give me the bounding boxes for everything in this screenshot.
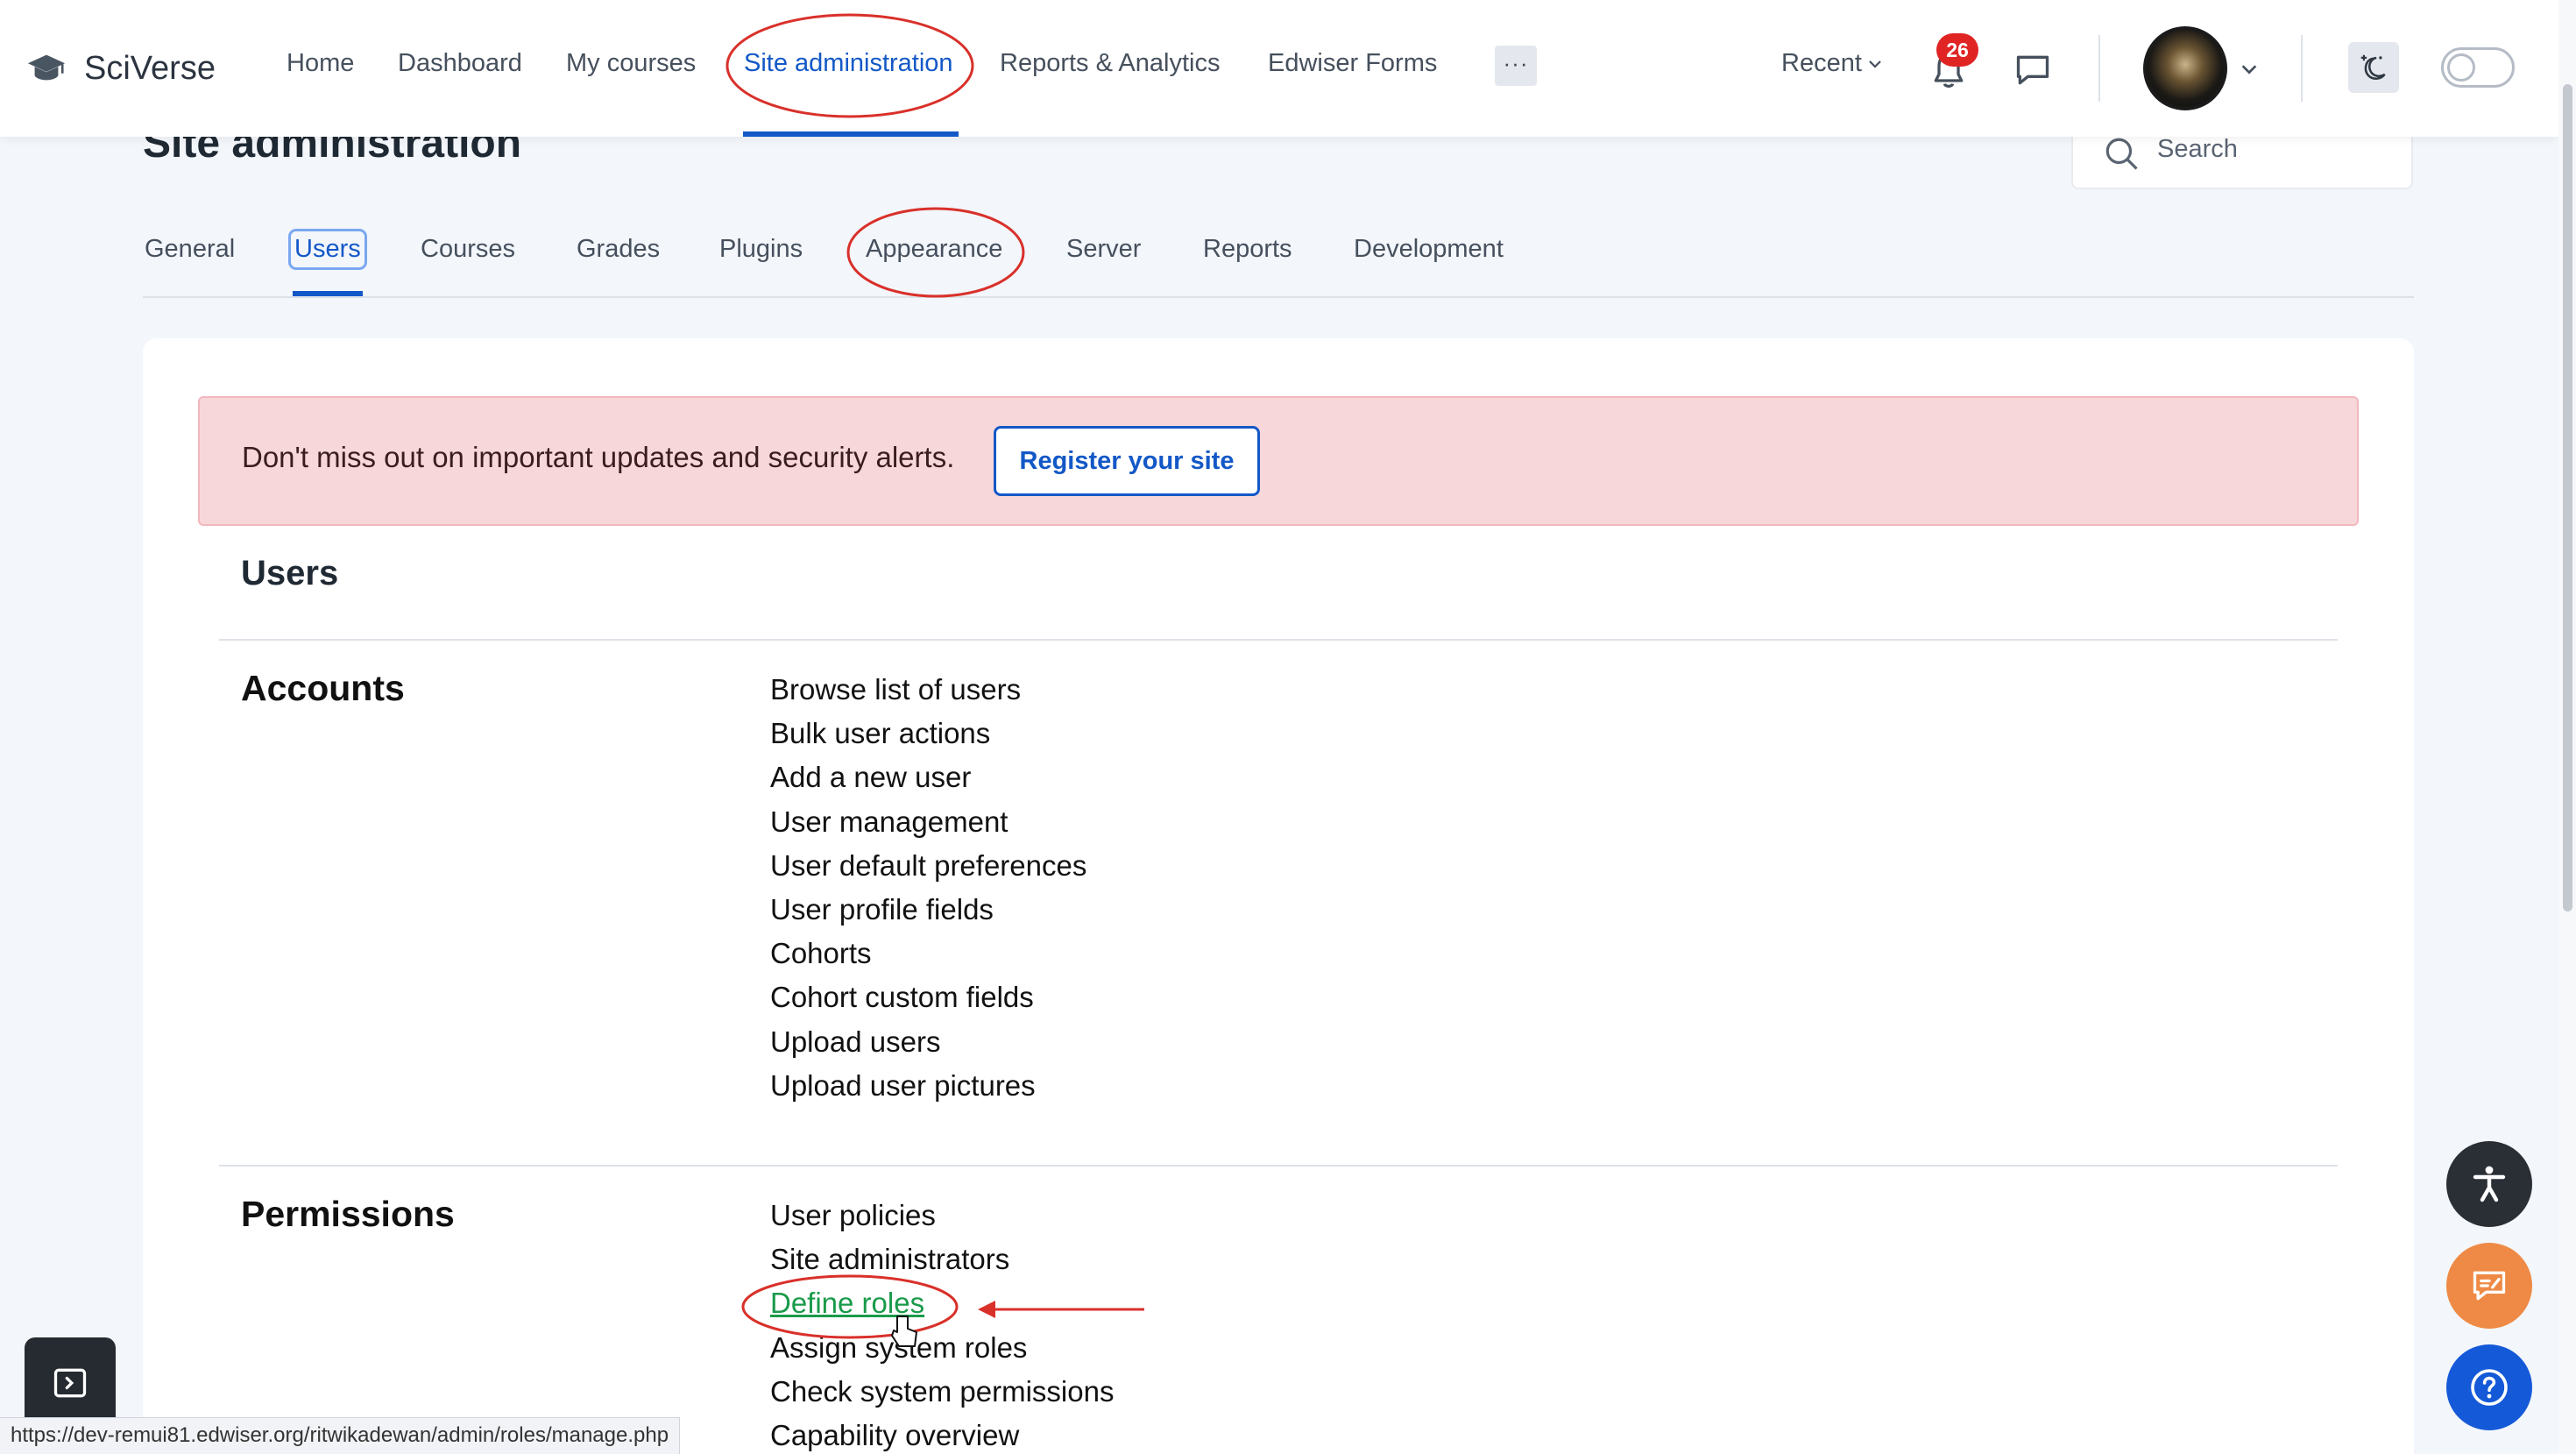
recent-dropdown[interactable]: Recent	[1781, 49, 1883, 78]
group-title-accounts: Accounts	[241, 668, 405, 708]
navbar-divider	[2098, 35, 2100, 102]
register-site-button[interactable]: Register your site	[994, 426, 1260, 496]
brand-logo[interactable]: SciVerse	[26, 42, 216, 95]
link-upload-user-pictures[interactable]: Upload user pictures	[770, 1064, 1086, 1108]
tab-development[interactable]: Development	[1354, 235, 1504, 264]
feedback-icon	[2473, 1271, 2506, 1301]
dark-mode-button[interactable]	[2348, 42, 2399, 93]
graduation-cap-icon	[27, 54, 66, 81]
notification-badge: 26	[1936, 33, 1978, 67]
page-scrollbar-thumb[interactable]	[2563, 84, 2572, 911]
link-user-default-preferences[interactable]: User default preferences	[770, 844, 1086, 888]
tab-grades[interactable]: Grades	[577, 235, 660, 264]
link-capability-overview[interactable]: Capability overview	[770, 1414, 1114, 1454]
accessibility-button[interactable]	[2446, 1141, 2532, 1227]
edit-mode-toggle[interactable]	[2441, 47, 2515, 88]
link-assign-system-roles[interactable]: Assign system roles	[770, 1326, 1114, 1370]
help-button[interactable]	[2446, 1344, 2532, 1430]
admin-tabs: General Users Courses Grades Plugins App…	[143, 229, 2414, 298]
recent-label: Recent	[1781, 49, 1862, 77]
chevron-down-icon	[1869, 60, 1881, 68]
tab-plugins[interactable]: Plugins	[719, 235, 803, 264]
toggle-knob	[2447, 53, 2475, 82]
nav-active-underline	[743, 131, 959, 137]
tab-appearance[interactable]: Appearance	[866, 235, 1002, 264]
brand-name: SciVerse	[84, 49, 216, 87]
accessibility-icon	[2473, 1166, 2506, 1202]
link-cohorts[interactable]: Cohorts	[770, 932, 1086, 975]
link-define-roles[interactable]: Define roles	[770, 1281, 1114, 1325]
navbar-divider	[2301, 35, 2303, 102]
nav-edwiser-forms[interactable]: Edwiser Forms	[1268, 49, 1437, 78]
question-icon	[2471, 1369, 2508, 1406]
chevron-down-icon[interactable]	[2240, 60, 2259, 79]
nav-site-administration[interactable]: Site administration	[744, 49, 953, 78]
tab-users[interactable]: Users	[288, 229, 367, 270]
section-title: Users	[241, 554, 339, 592]
link-bulk-user-actions[interactable]: Bulk user actions	[770, 712, 1086, 755]
link-user-policies[interactable]: User policies	[770, 1194, 1114, 1238]
link-add-new-user[interactable]: Add a new user	[770, 755, 1086, 799]
tab-server[interactable]: Server	[1066, 235, 1141, 264]
alert-text: Don't miss out on important updates and …	[242, 441, 955, 473]
divider	[219, 639, 2338, 641]
link-check-system-permissions[interactable]: Check system permissions	[770, 1370, 1114, 1414]
divider	[219, 1165, 2338, 1167]
link-user-profile-fields[interactable]: User profile fields	[770, 888, 1086, 932]
group-title-permissions: Permissions	[241, 1194, 455, 1234]
permissions-link-list: User policies Site administrators Define…	[770, 1194, 1114, 1454]
browser-status-url: https://dev-remui81.edwiser.org/ritwikad…	[0, 1417, 681, 1454]
tab-reports[interactable]: Reports	[1203, 235, 1292, 264]
search-label: Search	[2157, 135, 2238, 163]
link-cohort-custom-fields[interactable]: Cohort custom fields	[770, 975, 1086, 1019]
moon-stars-icon	[2360, 54, 2386, 81]
link-site-administrators[interactable]: Site administrators	[770, 1238, 1114, 1281]
search-icon	[2105, 138, 2138, 170]
nav-my-courses[interactable]: My courses	[566, 49, 696, 78]
tab-courses[interactable]: Courses	[421, 235, 515, 264]
open-drawer-button[interactable]	[25, 1337, 116, 1429]
link-browse-users[interactable]: Browse list of users	[770, 668, 1086, 712]
link-user-management[interactable]: User management	[770, 800, 1086, 844]
feedback-button[interactable]	[2446, 1243, 2532, 1329]
nav-reports-analytics[interactable]: Reports & Analytics	[1000, 49, 1220, 78]
accounts-link-list: Browse list of users Bulk user actions A…	[770, 668, 1086, 1108]
tab-active-underline	[293, 291, 363, 296]
top-navbar: SciVerse Home Dashboard My courses Site …	[0, 0, 2558, 137]
nav-dashboard[interactable]: Dashboard	[398, 49, 522, 78]
nav-more-button[interactable]: ···	[1495, 46, 1537, 86]
drawer-toggle-icon	[53, 1368, 87, 1398]
tab-general[interactable]: General	[145, 235, 235, 264]
chat-icon[interactable]	[2013, 51, 2052, 89]
user-avatar[interactable]	[2143, 26, 2227, 110]
nav-home[interactable]: Home	[287, 49, 354, 78]
link-upload-users[interactable]: Upload users	[770, 1020, 1086, 1064]
